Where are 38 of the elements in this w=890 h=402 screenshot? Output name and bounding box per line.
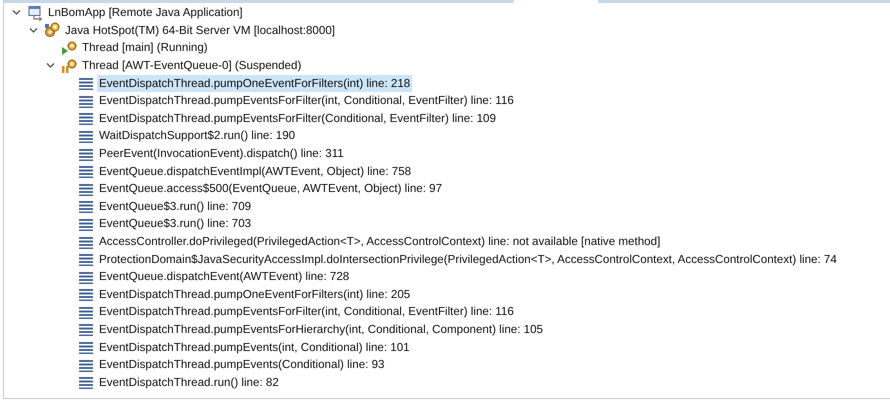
expand-chevron-icon[interactable]	[12, 8, 21, 18]
tree-item[interactable]: EventDispatchThread.pumpOneEventForFilters(int) line: 205	[97, 286, 412, 303]
tree-item[interactable]: EventDispatchThread.run() line: 82	[97, 374, 281, 391]
stack-frame-icon	[78, 339, 94, 356]
tree-item[interactable]: Thread [AWT-EventQueue-0] (Suspended)	[80, 57, 304, 74]
tree-item[interactable]: EventDispatchThread.pumpEventsForFilter(int, Conditional, EventFilter) line: 116	[97, 92, 516, 110]
tree-item[interactable]: EventQueue$3.run() line: 709	[97, 198, 254, 215]
tree-item[interactable]: EventQueue.access$500(EventQueue, AWTEvent, Object) line: 97	[97, 180, 444, 198]
stack-frame-icon	[78, 321, 94, 338]
tree-item[interactable]: EventQueue.dispatchEventImpl(AWTEvent, Object) line: 758	[97, 162, 414, 180]
tree-item[interactable]: EventDispatchThread.pumpEventsForHierarchy(int, Conditional, Component) line: 105	[97, 320, 546, 338]
tree-item[interactable]: EventDispatchThread.pumpEventsForFilter(int, Conditional, EventFilter) line: 116	[97, 303, 516, 320]
application-icon	[27, 4, 43, 21]
tree-item[interactable]: EventDispatchThread.pumpEvents(int, Conditional) line: 101	[97, 338, 412, 356]
expand-chevron-icon[interactable]	[29, 26, 38, 35]
running-thread-icon	[61, 40, 77, 56]
tree-item[interactable]: Thread [main] (Running)	[80, 39, 210, 56]
stack-frame-icon	[78, 163, 94, 180]
tree-item[interactable]: AccessController.doPrivileged(PrivilegedAction<T>, AccessControlContext) line: not available [native method]	[97, 233, 662, 250]
stack-frame-icon	[78, 374, 94, 390]
tree-item[interactable]: PeerEvent(InvocationEvent).dispatch() line: 311	[97, 145, 346, 162]
tree-item[interactable]: EventQueue$3.run() line: 703	[97, 215, 254, 232]
tree-item[interactable]: LnBomApp [Remote Java Application]	[46, 4, 245, 22]
tree-item[interactable]: ProtectionDomain$JavaSecurityAccessImpl.doIntersectionPrivilege(PrivilegedAction<T>, AccessControlContext, AccessControlContext) line: 74	[97, 250, 839, 268]
stack-frame-icon	[78, 251, 94, 268]
tree-item[interactable]: EventQueue.dispatchEvent(AWTEvent) line: 728	[97, 268, 352, 286]
tree-item[interactable]: EventDispatchThread.pumpOneEventForFilters(int) line: 218	[97, 74, 412, 92]
stack-frame-icon	[78, 286, 94, 302]
tree-item[interactable]: EventDispatchThread.pumpEventsForFilter(Conditional, EventFilter) line: 109	[97, 110, 498, 127]
stack-frame-icon	[78, 75, 94, 92]
expand-chevron-icon[interactable]	[46, 61, 55, 70]
tree-item[interactable]: WaitDispatchSupport$2.run() line: 190	[97, 127, 298, 144]
tree-item[interactable]: Java HotSpot(TM) 64-Bit Server VM [localhost:8000]	[63, 22, 337, 39]
stack-frame-icon	[78, 110, 94, 126]
tree-item[interactable]: EventDispatchThread.pumpEvents(Conditional) line: 93	[97, 356, 386, 374]
gears-icon	[44, 22, 60, 38]
suspended-thread-icon	[61, 58, 77, 74]
stack-frame-icon	[78, 198, 94, 214]
